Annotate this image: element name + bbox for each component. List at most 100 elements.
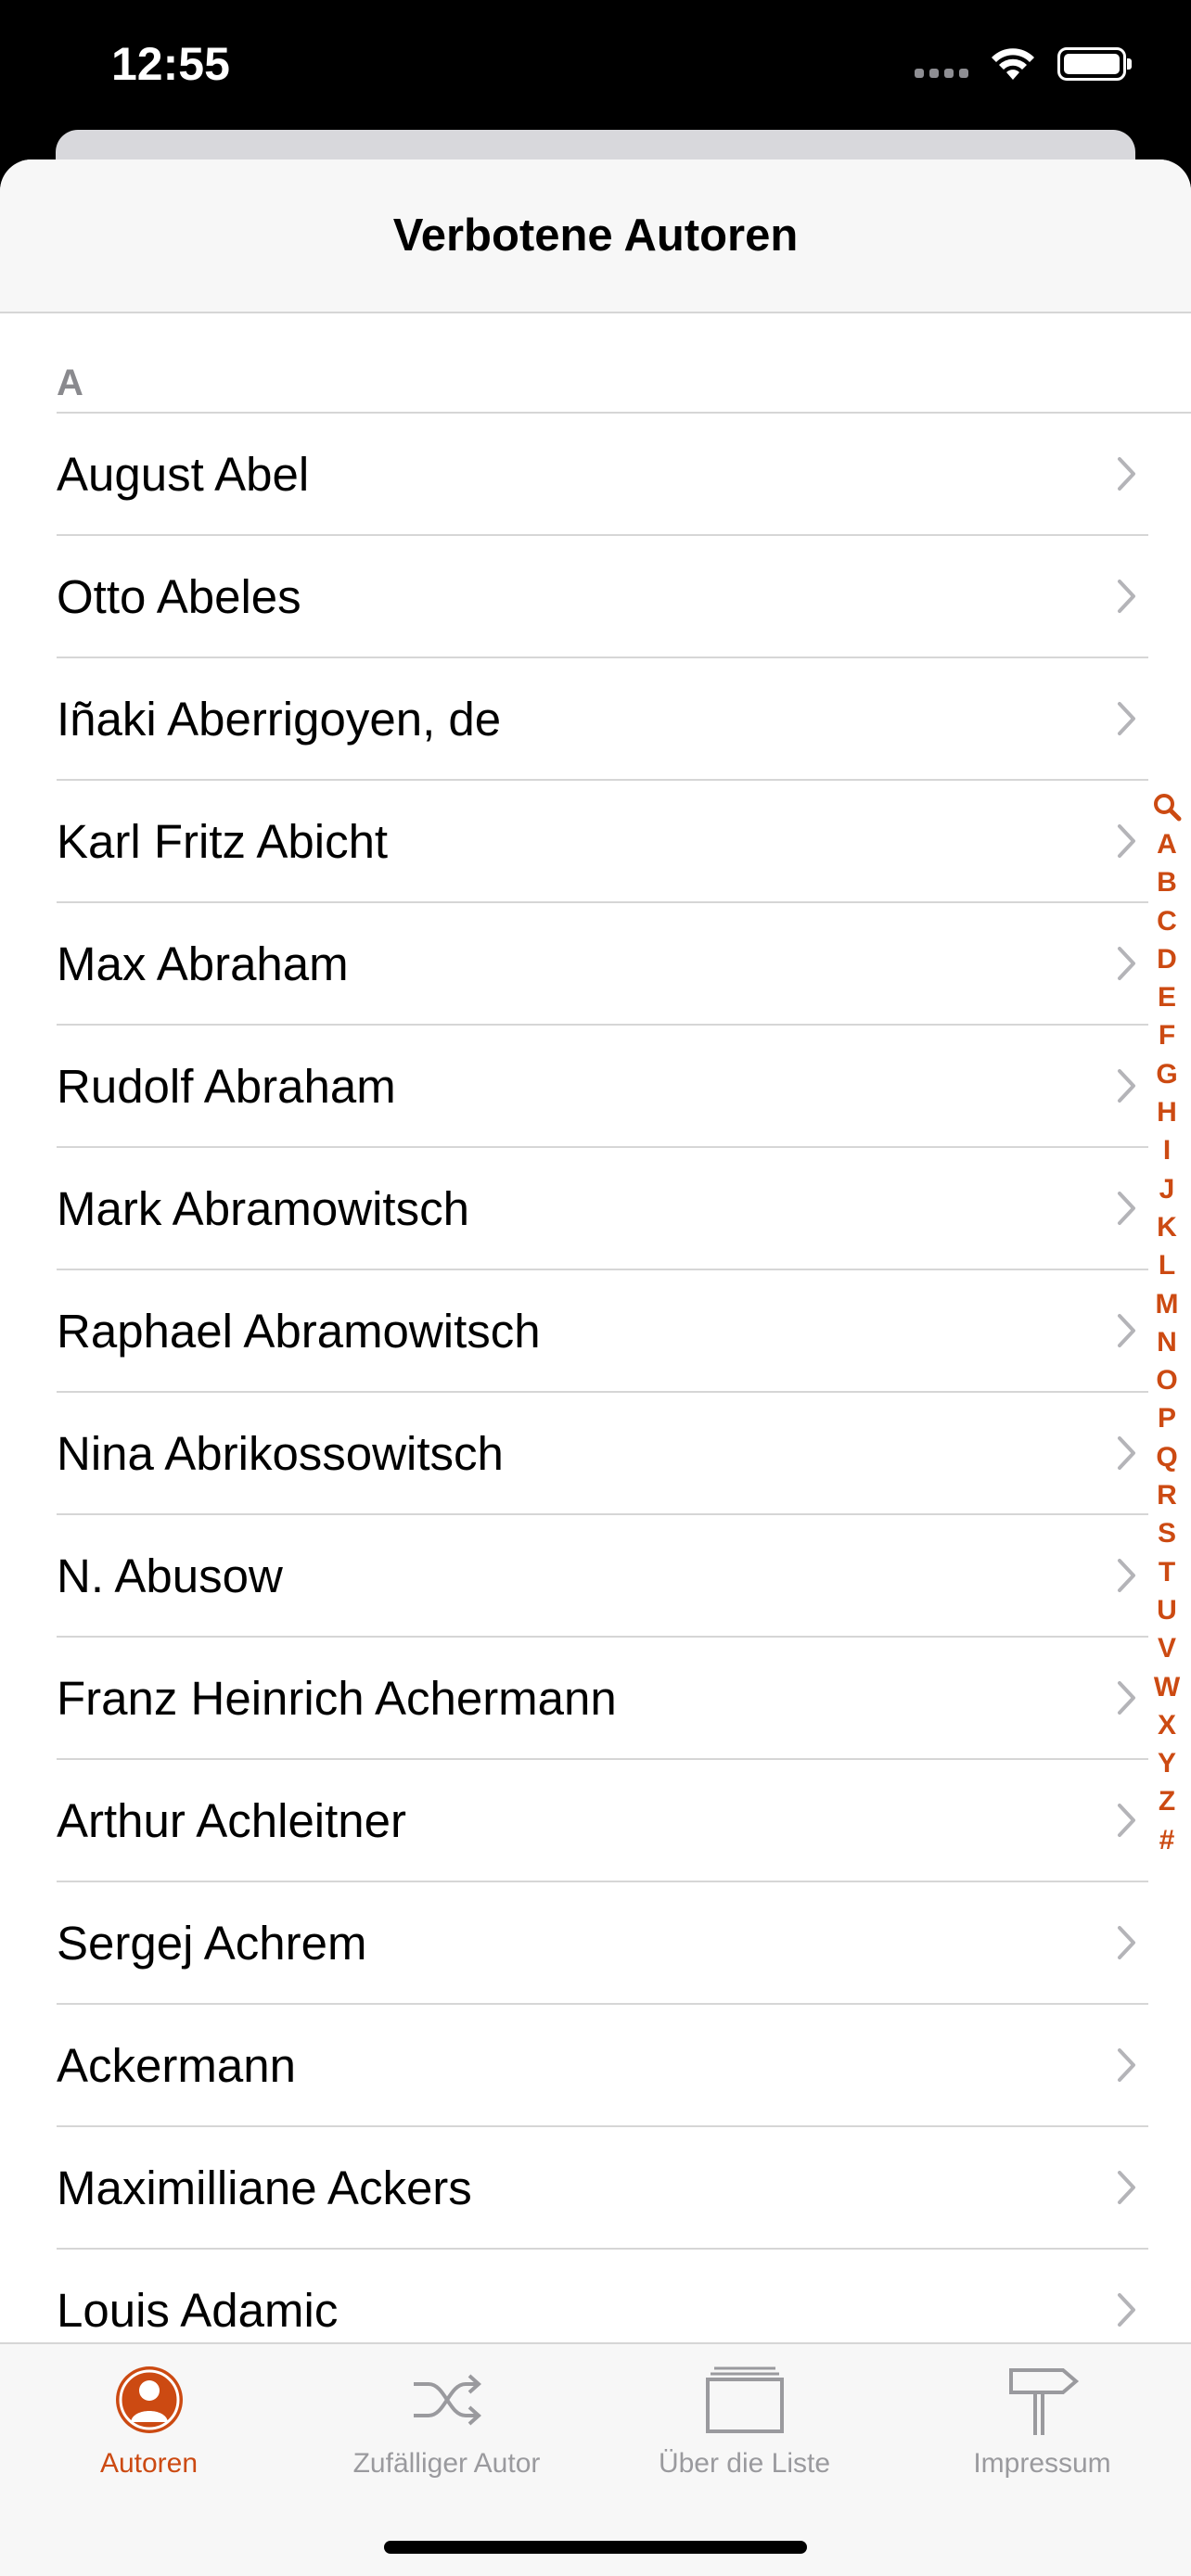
page-title: Verbotene Autoren xyxy=(392,210,799,261)
shuffle-icon xyxy=(408,2361,486,2439)
index-letter[interactable]: I xyxy=(1148,1131,1185,1169)
alphabet-index[interactable]: A B C D E F G H I J K L M N O P Q R S T U V W X Y Z # xyxy=(1148,788,1185,1859)
status-bar: 12:55 xyxy=(0,0,1191,130)
chevron-right-icon xyxy=(1118,580,1135,613)
index-letter[interactable]: R xyxy=(1148,1476,1185,1514)
author-list[interactable]: A August Abel Otto Abeles Iñaki Aberrigoye… xyxy=(0,313,1191,2372)
author-name: Otto Abeles xyxy=(57,570,301,623)
author-name: Rudolf Abraham xyxy=(57,1060,396,1113)
chevron-right-icon xyxy=(1118,1681,1135,1715)
index-letter[interactable]: G xyxy=(1148,1055,1185,1093)
tab-label: Zufälliger Autor xyxy=(352,2448,541,2479)
stack-icon xyxy=(705,2361,785,2439)
author-name: August Abel xyxy=(57,448,310,501)
author-row[interactable]: August Abel xyxy=(0,414,1191,536)
cellular-signal-icon xyxy=(915,50,968,78)
author-name: Karl Fritz Abicht xyxy=(57,815,389,868)
modal-sheet: Verbotene Autoren A August Abel Otto Abel… xyxy=(0,159,1191,2576)
chevron-right-icon xyxy=(1118,947,1135,980)
author-row[interactable]: Arthur Achleitner xyxy=(0,1760,1191,1882)
index-letter[interactable]: K xyxy=(1148,1208,1185,1246)
author-row[interactable]: Rudolf Abraham xyxy=(0,1026,1191,1148)
index-letter[interactable]: N xyxy=(1148,1323,1185,1361)
battery-icon xyxy=(1057,47,1132,81)
author-row[interactable]: Max Abraham xyxy=(0,903,1191,1026)
status-time: 12:55 xyxy=(111,38,230,90)
author-name: Nina Abrikossowitsch xyxy=(57,1427,504,1480)
wifi-icon xyxy=(992,48,1034,80)
index-letter[interactable]: O xyxy=(1148,1361,1185,1399)
author-name: Raphael Abramowitsch xyxy=(57,1305,541,1358)
index-letter[interactable]: D xyxy=(1148,940,1185,978)
chevron-right-icon xyxy=(1118,1436,1135,1470)
index-letter[interactable]: # xyxy=(1148,1821,1185,1859)
author-row[interactable]: Ackermann xyxy=(0,2005,1191,2127)
author-name: Mark Abramowitsch xyxy=(57,1182,469,1235)
author-name: Sergej Achrem xyxy=(57,1917,367,1970)
chevron-right-icon xyxy=(1118,824,1135,858)
index-letter[interactable]: Q xyxy=(1148,1438,1185,1476)
author-name: Iñaki Aberrigoyen, de xyxy=(57,693,502,746)
author-row[interactable]: Nina Abrikossowitsch xyxy=(0,1393,1191,1515)
signpost-icon xyxy=(1005,2361,1080,2439)
author-row[interactable]: Otto Abeles xyxy=(0,536,1191,658)
index-letter[interactable]: B xyxy=(1148,863,1185,901)
author-row[interactable]: Sergej Achrem xyxy=(0,1882,1191,2005)
chevron-right-icon xyxy=(1118,2048,1135,2082)
author-row[interactable]: Karl Fritz Abicht xyxy=(0,781,1191,903)
chevron-right-icon xyxy=(1118,457,1135,491)
index-letter[interactable]: L xyxy=(1148,1246,1185,1284)
index-letter[interactable]: S xyxy=(1148,1514,1185,1552)
index-letter[interactable]: U xyxy=(1148,1591,1185,1629)
tab-autoren[interactable]: Autoren xyxy=(0,2361,298,2480)
chevron-right-icon xyxy=(1118,1559,1135,1592)
author-name: Max Abraham xyxy=(57,937,349,990)
home-indicator xyxy=(384,2541,807,2554)
tab-zufaelliger-autor[interactable]: Zufälliger Autor xyxy=(298,2361,596,2480)
index-letter[interactable]: Y xyxy=(1148,1744,1185,1782)
index-letter[interactable]: V xyxy=(1148,1629,1185,1667)
author-row[interactable]: N. Abusow xyxy=(0,1515,1191,1638)
chevron-right-icon xyxy=(1118,1926,1135,1959)
author-row[interactable]: Mark Abramowitsch xyxy=(0,1148,1191,1270)
index-search-icon[interactable] xyxy=(1152,788,1182,825)
author-row[interactable]: Maximilliane Ackers xyxy=(0,2127,1191,2250)
status-icons xyxy=(915,46,1132,82)
navigation-bar: Verbotene Autoren xyxy=(0,159,1191,313)
index-letter[interactable]: E xyxy=(1148,978,1185,1016)
tab-ueber-die-liste[interactable]: Über die Liste xyxy=(596,2361,893,2480)
index-letter[interactable]: J xyxy=(1148,1170,1185,1208)
index-letter[interactable]: P xyxy=(1148,1399,1185,1437)
chevron-right-icon xyxy=(1118,2171,1135,2204)
index-letter[interactable]: M xyxy=(1148,1285,1185,1323)
index-letter[interactable]: X xyxy=(1148,1706,1185,1744)
index-letter[interactable]: Z xyxy=(1148,1782,1185,1820)
author-row[interactable]: Raphael Abramowitsch xyxy=(0,1270,1191,1393)
author-row[interactable]: Franz Heinrich Achermann xyxy=(0,1638,1191,1760)
chevron-right-icon xyxy=(1118,702,1135,735)
author-name: Ackermann xyxy=(57,2039,296,2092)
tab-label: Autoren xyxy=(99,2448,198,2479)
section-header-label: A xyxy=(57,363,83,403)
author-name: Arthur Achleitner xyxy=(57,1794,407,1847)
author-name: Maximilliane Ackers xyxy=(57,2162,472,2214)
chevron-right-icon xyxy=(1118,2293,1135,2327)
tab-label: Impressum xyxy=(973,2448,1111,2479)
index-letter[interactable]: A xyxy=(1148,825,1185,863)
index-letter[interactable]: F xyxy=(1148,1016,1185,1054)
index-letter[interactable]: C xyxy=(1148,902,1185,940)
author-row[interactable]: Iñaki Aberrigoyen, de xyxy=(0,658,1191,781)
tab-label: Über die Liste xyxy=(658,2448,831,2479)
section-header: A xyxy=(0,313,1191,414)
person-icon xyxy=(114,2361,185,2439)
index-letter[interactable]: H xyxy=(1148,1093,1185,1131)
author-name: N. Abusow xyxy=(57,1549,283,1602)
index-letter[interactable]: T xyxy=(1148,1553,1185,1591)
tab-impressum[interactable]: Impressum xyxy=(893,2361,1191,2480)
chevron-right-icon xyxy=(1118,1192,1135,1225)
chevron-right-icon xyxy=(1118,1069,1135,1103)
index-letter[interactable]: W xyxy=(1148,1668,1185,1706)
chevron-right-icon xyxy=(1118,1314,1135,1347)
chevron-right-icon xyxy=(1118,1804,1135,1837)
author-name: Franz Heinrich Achermann xyxy=(57,1672,617,1725)
